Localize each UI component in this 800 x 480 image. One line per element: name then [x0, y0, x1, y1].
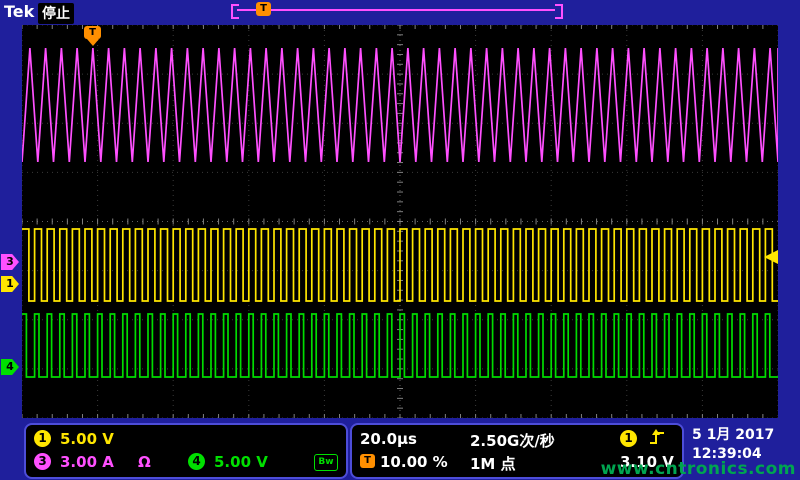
graticule: T: [22, 25, 778, 418]
record-length-readout: 1M 点: [470, 453, 516, 474]
oscilloscope-screen: Tek 停止 T T 3 1 4 1 5.00 V 3 3.00 A Ω 4 5…: [0, 0, 800, 480]
acquisition-status: 停止: [38, 3, 74, 24]
ch1-scale: 5.00 V: [60, 430, 114, 448]
trigger-position-marker[interactable]: T: [84, 26, 101, 46]
record-view-bracket-right[interactable]: [555, 4, 563, 19]
ch3-scale: 3.00 A: [60, 453, 114, 471]
horizontal-position-readout: 10.00 %: [380, 453, 448, 471]
ch4-bandwidth-badge: Bw: [314, 454, 338, 471]
trigger-source-badge[interactable]: 1: [620, 430, 637, 447]
waveform-display: [22, 25, 778, 418]
date-readout: 5 1月 2017: [692, 426, 774, 445]
vertical-readouts-panel: 1 5.00 V 3 3.00 A Ω 4 5.00 V Bw: [24, 423, 348, 479]
channel-1-ground-marker[interactable]: 1: [1, 276, 19, 292]
channel-4-ground-marker[interactable]: 4: [1, 359, 19, 375]
sample-rate-readout: 2.50G次/秒: [470, 430, 555, 451]
ch4-scale: 5.00 V: [214, 453, 268, 471]
ch3-impedance: Ω: [138, 453, 151, 471]
brand-logo: Tek: [4, 2, 34, 21]
timebase-readout: 20.0μs: [360, 430, 417, 448]
record-view-trigger-icon[interactable]: T: [256, 2, 271, 16]
ch1-badge[interactable]: 1: [34, 430, 51, 447]
channel-3-ground-marker[interactable]: 3: [1, 254, 19, 270]
trigger-position-arrow-icon: [87, 39, 99, 46]
record-view-bar: [237, 9, 555, 11]
ch3-badge[interactable]: 3: [34, 453, 51, 470]
watermark: www.cntronics.com: [601, 459, 796, 479]
ch4-badge[interactable]: 4: [188, 453, 205, 470]
record-view-bracket-left[interactable]: [231, 4, 239, 19]
horizontal-position-icon: T: [360, 454, 375, 468]
trigger-slope-icon: [648, 427, 666, 447]
trigger-position-icon: T: [84, 26, 101, 39]
